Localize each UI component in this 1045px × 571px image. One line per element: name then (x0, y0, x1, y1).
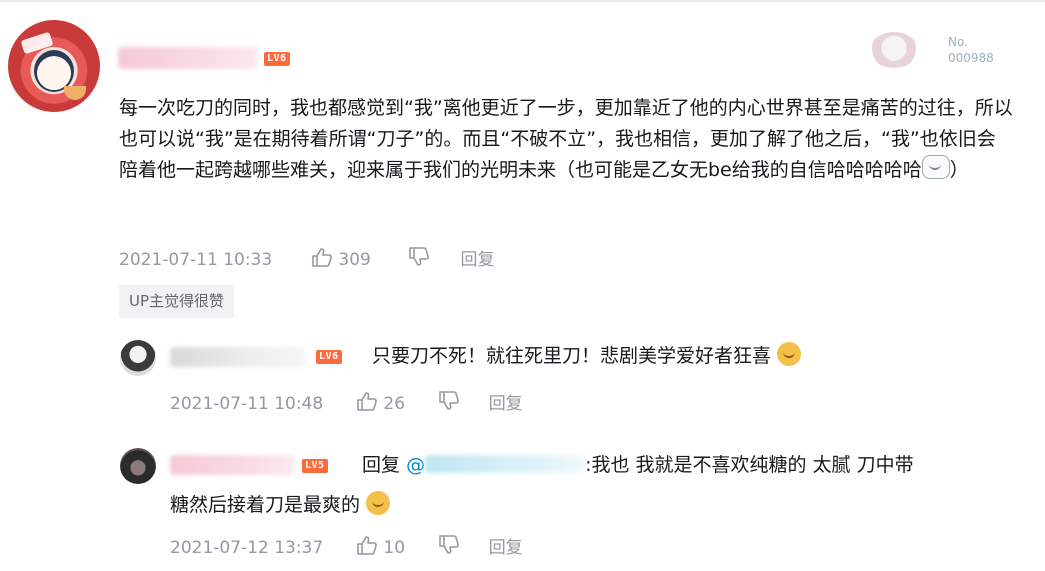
mention-username-blurred[interactable] (425, 455, 586, 473)
thumbs-up-icon[interactable] (311, 247, 333, 273)
comment-timestamp: 2021-07-11 10:33 (119, 250, 273, 270)
doge-emoji-icon (366, 491, 391, 515)
level-badge: LV6 (316, 350, 342, 364)
level-badge: LV6 (264, 52, 290, 66)
reply-prefix: 回复 (362, 454, 401, 476)
thumbs-up-icon[interactable] (356, 391, 378, 417)
doge-emoji-icon (777, 342, 802, 366)
reply-timestamp: 2021-07-11 10:48 (170, 394, 324, 414)
like-count: 26 (383, 394, 406, 414)
reply-user-avatar[interactable] (120, 340, 156, 376)
comment-meta: 2021-07-11 10:33 309 回复 (119, 247, 495, 273)
reply-button[interactable]: 回复 (489, 394, 523, 414)
thumbs-down-icon[interactable] (438, 391, 460, 417)
reply-text-line1: :我也 我就是不喜欢纯糖的 太腻 刀中带 (585, 454, 914, 476)
comment-body: 每一次吃刀的同时，我也都感觉到“我”离他更近了一步，更加靠近了他的内心世界甚至是… (119, 93, 1014, 186)
thumbs-down-icon[interactable] (438, 535, 460, 561)
fan-badge-label: No. (948, 35, 968, 49)
reply-meta: 2021-07-11 10:48 26 回复 (170, 391, 523, 417)
fan-badge-value: 000988 (948, 51, 994, 65)
fan-badge-number: No. 000988 (948, 34, 994, 66)
thumbs-up-icon[interactable] (356, 535, 378, 561)
reply-text-line2: 糖然后接着刀是最爽的 (170, 494, 361, 516)
reply-body-line2: 糖然后接着刀是最爽的 (170, 490, 391, 521)
reply-meta: 2021-07-12 13:37 10 回复 (170, 535, 523, 561)
avatar-bowl (64, 86, 86, 100)
reply-button[interactable]: 回复 (489, 538, 523, 558)
reply-user-avatar[interactable] (120, 448, 156, 484)
thumbs-down-icon[interactable] (408, 247, 430, 273)
reply-text: 只要刀不死！就往死里刀！悲剧美学爱好者狂喜 (372, 345, 772, 367)
user-avatar[interactable] (8, 20, 100, 112)
up-liked-tag: UP主觉得很赞 (119, 285, 235, 318)
reply-body: 只要刀不死！就往死里刀！悲剧美学爱好者狂喜 (372, 341, 802, 372)
comment-text-tail: ） (949, 159, 969, 181)
reply-username-blurred[interactable] (170, 347, 306, 367)
level-badge: LV5 (302, 459, 328, 473)
username-blurred[interactable] (118, 47, 258, 69)
comment-text: 每一次吃刀的同时，我也都感觉到“我”离他更近了一步，更加靠近了他的内心世界甚至是… (119, 97, 1013, 181)
reply-username-blurred[interactable] (170, 455, 294, 475)
fan-badge-avatar (870, 32, 918, 68)
like-count: 10 (383, 538, 406, 558)
reply-body-line1: 回复 @ :我也 我就是不喜欢纯糖的 太腻 刀中带 (362, 450, 914, 481)
top-divider (0, 0, 1045, 2)
like-count: 309 (338, 250, 371, 270)
mention-at[interactable]: @ (406, 454, 425, 476)
kaomoji-icon (921, 155, 950, 179)
reply-timestamp: 2021-07-12 13:37 (170, 538, 324, 558)
reply-button[interactable]: 回复 (461, 250, 495, 270)
